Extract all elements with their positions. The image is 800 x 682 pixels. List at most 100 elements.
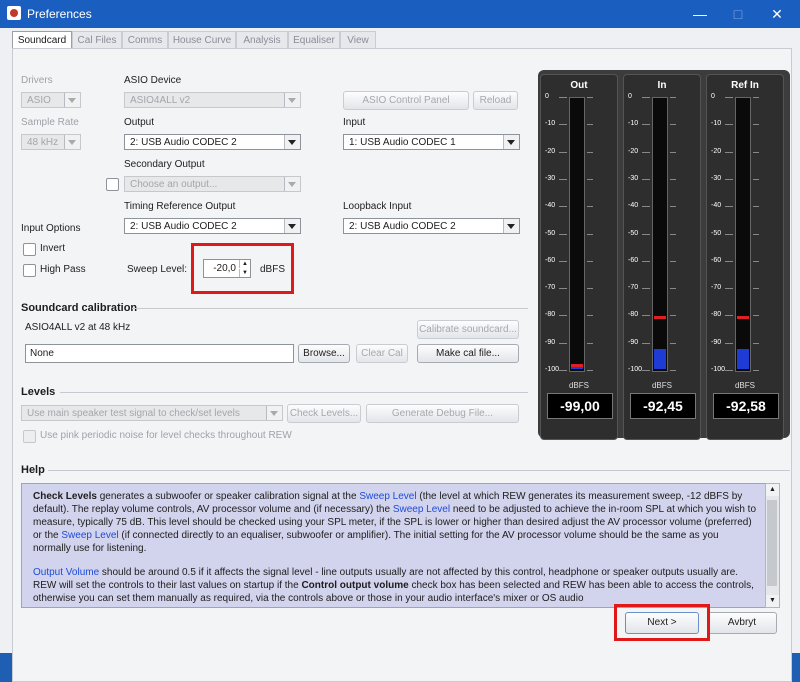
- meter-tick-mark: [725, 288, 733, 290]
- calibration-info: ASIO4ALL v2 at 48 kHz: [25, 322, 131, 333]
- meter-tick-mark: [670, 178, 676, 180]
- meter-tick-mark: [587, 260, 593, 262]
- meter-tick-mark: [725, 260, 733, 262]
- meter-tick-mark: [587, 206, 593, 208]
- tab-comms[interactable]: Comms: [122, 31, 168, 49]
- meter-tick-mark: [753, 288, 759, 290]
- pink-noise-checkbox: [23, 430, 36, 443]
- meter-tick-mark: [753, 178, 759, 180]
- meter-tick-mark: [753, 342, 759, 344]
- meter-tick-mark: [559, 151, 567, 153]
- meter-tick-mark: [725, 342, 733, 344]
- tab-view[interactable]: View: [340, 31, 376, 49]
- help-link[interactable]: Sweep Level: [61, 530, 118, 541]
- scroll-down-icon[interactable]: ▼: [766, 595, 779, 607]
- meter-tick-mark: [559, 288, 567, 290]
- meter-tick-mark: [642, 97, 650, 98]
- meter-tick-mark: [670, 342, 676, 344]
- meter-readout: -99,00: [547, 393, 613, 419]
- invert-checkbox[interactable]: [23, 243, 36, 256]
- levels-title: Levels: [21, 386, 56, 398]
- drivers-select: ASIO: [21, 92, 81, 108]
- meter-level-fill: [737, 349, 749, 369]
- meter-tick-mark: [642, 315, 650, 317]
- rew-app-icon: [7, 6, 21, 20]
- meter-tick-mark: [725, 206, 733, 208]
- loopback-input-select[interactable]: 2: USB Audio CODEC 2: [343, 218, 520, 234]
- meter-tick-mark: [725, 315, 733, 317]
- preferences-window: Preferences — □ ✕ Soundcard Cal Files Co…: [0, 0, 800, 682]
- meter-tick-mark: [559, 315, 567, 317]
- meter-in: In 0 -10 -20 -30 -40 -50 -60 -70 -80 -90 -100 dBFS -9…: [623, 74, 701, 440]
- cancel-button[interactable]: Avbryt: [707, 612, 777, 634]
- meter-title: In: [657, 80, 667, 91]
- help-link[interactable]: Sweep Level: [359, 491, 416, 502]
- scroll-up-icon[interactable]: ▲: [766, 484, 779, 496]
- help-text-run: Check Levels: [33, 491, 97, 502]
- asio-device-label: ASIO Device: [124, 75, 182, 86]
- timing-reference-select[interactable]: 2: USB Audio CODEC 2: [124, 218, 301, 234]
- maximize-button: □: [733, 6, 743, 22]
- output-label: Output: [124, 117, 155, 128]
- meter-readout: -92,45: [630, 393, 696, 419]
- meter-peak-marker: [737, 316, 749, 319]
- help-scrollbar[interactable]: ▲ ▼: [765, 483, 780, 608]
- meter-tick-mark: [587, 342, 593, 344]
- output-select[interactable]: 2: USB Audio CODEC 2: [124, 134, 301, 150]
- chevron-down-icon: [503, 135, 519, 149]
- meter-tick-mark: [587, 151, 593, 153]
- meter-tick-mark: [753, 206, 759, 208]
- tab-analysis[interactable]: Analysis: [236, 31, 288, 49]
- tab-house-curve[interactable]: House Curve: [168, 31, 236, 49]
- chevron-down-icon: [284, 219, 300, 233]
- meter-unit: dBFS: [651, 381, 672, 390]
- meter-title: Out: [570, 80, 588, 91]
- meter-tick-mark: [559, 124, 567, 126]
- meter-tick-mark: [642, 260, 650, 262]
- help-text: Check Levels generates a subwoofer or sp…: [21, 483, 767, 608]
- meter-tick-mark: [642, 370, 650, 371]
- section-divider: [48, 470, 790, 471]
- meter-tick-mark: [670, 370, 676, 371]
- cal-file-field[interactable]: None: [25, 344, 294, 363]
- invert-label: Invert: [40, 243, 66, 254]
- help-link[interactable]: Output Volume: [33, 567, 99, 578]
- sample-rate-select: 48 kHz: [21, 134, 81, 150]
- browse-button[interactable]: Browse...: [298, 344, 350, 363]
- high-pass-checkbox[interactable]: [23, 264, 36, 277]
- meter-tick-mark: [587, 97, 593, 98]
- help-link[interactable]: Sweep Level: [393, 504, 450, 515]
- meter-tick-mark: [725, 97, 733, 98]
- meter-tick-mark: [587, 233, 593, 235]
- minimize-button[interactable]: —: [685, 4, 715, 24]
- meter-tick-mark: [670, 233, 676, 235]
- meter-tick-mark: [587, 124, 593, 126]
- secondary-output-checkbox[interactable]: [106, 178, 119, 191]
- meter-tick-mark: [670, 151, 676, 153]
- meter-tick-mark: [753, 260, 759, 262]
- meter-tick-mark: [587, 370, 593, 371]
- level-signal-select: Use main speaker test signal to check/se…: [21, 405, 283, 421]
- make-cal-file-button[interactable]: Make cal file...: [417, 344, 519, 363]
- sweep-level-label: Sweep Level:: [127, 264, 188, 275]
- chevron-down-icon: [266, 406, 282, 420]
- generate-debug-file-button: Generate Debug File...: [366, 404, 519, 423]
- meter-tick-mark: [559, 97, 567, 98]
- meter-tick-mark: [642, 288, 650, 290]
- meter-tick-mark: [642, 151, 650, 153]
- meter-tick-mark: [725, 370, 733, 371]
- loopback-input-label: Loopback Input: [343, 201, 412, 212]
- meter-tick-mark: [559, 342, 567, 344]
- check-levels-button: Check Levels...: [287, 404, 361, 423]
- tab-cal-files[interactable]: Cal Files: [72, 31, 122, 49]
- highlight-sweep-level: [191, 243, 294, 294]
- meter-tick-mark: [642, 124, 650, 126]
- close-button[interactable]: ✕: [762, 4, 792, 24]
- meter-bar: [569, 97, 585, 372]
- input-select[interactable]: 1: USB Audio CODEC 1: [343, 134, 520, 150]
- meter-readout: -92,58: [713, 393, 779, 419]
- scroll-thumb[interactable]: [767, 500, 777, 586]
- input-options-label: Input Options: [21, 223, 81, 234]
- meter-tick-mark: [670, 260, 676, 262]
- tab-equaliser[interactable]: Equaliser: [288, 31, 340, 49]
